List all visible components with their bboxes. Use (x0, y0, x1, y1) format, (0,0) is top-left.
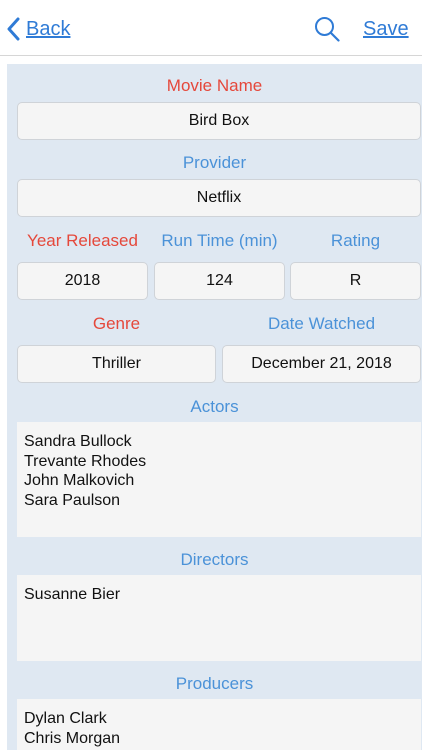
back-label: Back (26, 17, 71, 40)
save-button[interactable]: Save (363, 18, 409, 41)
producers-label: Producers (175, 674, 254, 693)
provider-label: Provider (182, 153, 247, 172)
director-line: Susanne Bier (24, 586, 121, 603)
actor-line: Sara Paulson (24, 491, 121, 509)
producer-line: Dylan Clark (24, 710, 107, 727)
directors-text-area[interactable]: Susanne Bier (17, 575, 421, 661)
rating-label: Rating (330, 231, 381, 250)
provider-field[interactable]: Netflix (17, 179, 421, 217)
date-watched-field[interactable]: December 21, 2018 (222, 345, 421, 383)
actors-text-area[interactable]: Sandra Bullock Trevante Rhodes John Malk… (17, 422, 421, 537)
run-time-label: Run Time (min) (161, 231, 278, 250)
actor-line: John Malkovich (24, 472, 135, 489)
date-watched-label: Date Watched (267, 314, 376, 333)
producers-text-area[interactable]: Dylan Clark Chris Morgan (17, 699, 421, 750)
genre-label: Genre (92, 314, 141, 333)
genre-field[interactable]: Thriller (17, 345, 216, 383)
movie-details-panel: Movie Name Bird Box Provider Netflix Yea… (7, 64, 422, 750)
producer-line: Chris Morgan (24, 729, 121, 747)
actors-label: Actors (190, 397, 239, 416)
year-released-field[interactable]: 2018 (17, 262, 148, 300)
actor-line: Trevante Rhodes (24, 452, 147, 470)
directors-label: Directors (180, 550, 249, 569)
chevron-left-icon (6, 17, 20, 41)
movie-name-field[interactable]: Bird Box (17, 102, 421, 140)
search-button[interactable] (314, 16, 340, 42)
rating-field[interactable]: R (290, 262, 421, 300)
navigation-bar: Back Save (0, 0, 422, 56)
back-button[interactable]: Back (6, 14, 70, 44)
search-icon (314, 17, 340, 46)
run-time-field[interactable]: 124 (154, 262, 285, 300)
year-released-label: Year Released (27, 231, 138, 250)
actor-line: Sandra Bullock (24, 433, 132, 450)
movie-name-label: Movie Name (166, 76, 263, 95)
